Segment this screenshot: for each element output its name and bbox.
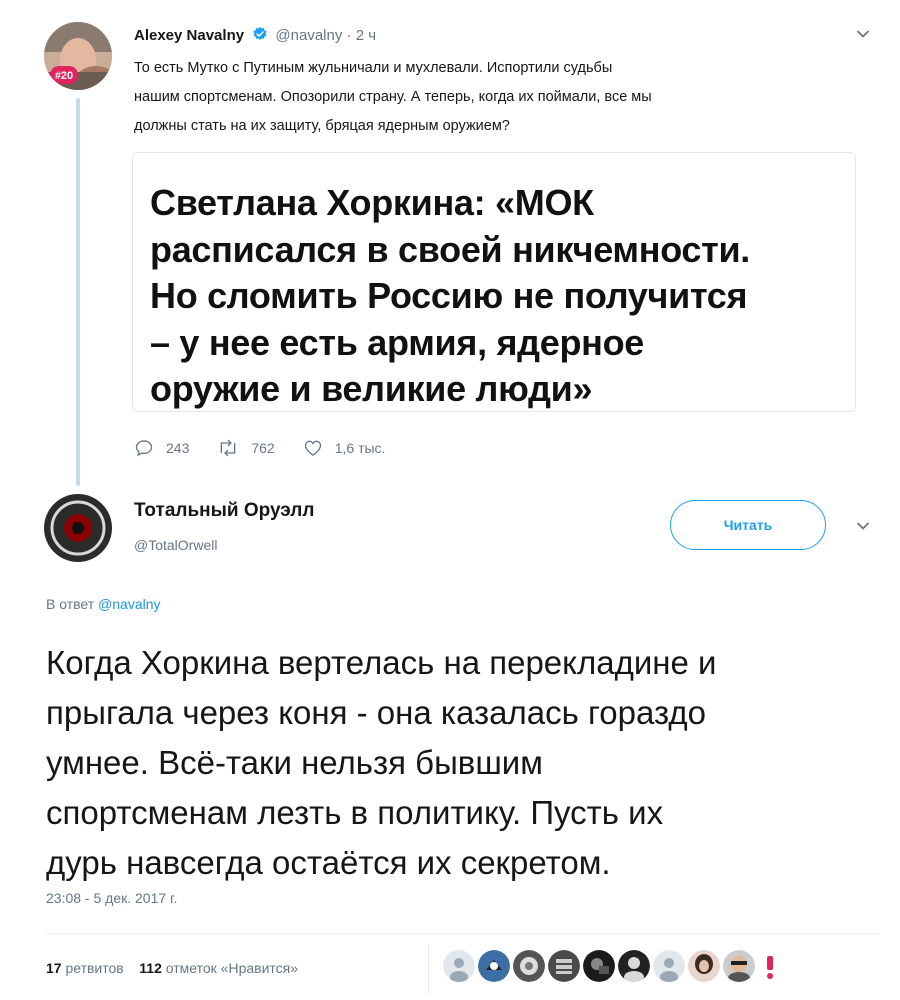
tweet-text-line: прыгала через коня - она казалась горазд… [46, 694, 706, 731]
liker-avatar[interactable] [758, 950, 782, 982]
chevron-down-icon[interactable] [856, 518, 870, 536]
retweet-count: 762 [251, 440, 275, 456]
tweet-stats: 17 ретвитов 112 отметок «Нравится» [46, 960, 298, 976]
tweet-text-line: дурь навсегда остаётся их секретом. [46, 844, 611, 881]
tweet-text-line: То есть Мутко с Путиным жульничали и мух… [134, 60, 613, 76]
reply-icon [135, 440, 153, 457]
reply-mention-link[interactable]: @navalny [98, 596, 160, 612]
stats-divider [428, 944, 429, 994]
follow-button[interactable]: Читать [670, 500, 826, 550]
divider [46, 933, 880, 934]
reply-prefix: В ответ [46, 596, 95, 612]
liker-avatar[interactable] [653, 950, 685, 982]
tweet-text-line: умнее. Всё-таки нельзя бывшим [46, 744, 543, 781]
liker-avatar[interactable] [618, 950, 650, 982]
card-line: расписался в своей никчемности. [150, 228, 751, 270]
verified-badge-icon [252, 26, 268, 46]
heart-icon [304, 440, 321, 456]
liker-avatar[interactable] [478, 950, 510, 982]
retweets-count[interactable]: 17 [46, 960, 62, 976]
chevron-down-icon[interactable] [856, 26, 870, 44]
avatar-photo: #20 [44, 22, 112, 90]
retweet-button[interactable]: 762 [217, 438, 275, 458]
like-count: 1,6 тыс. [334, 440, 386, 456]
separator-dot: · [346, 27, 356, 44]
author-name[interactable]: Alexey Navalny [134, 27, 244, 44]
tweet-header: Alexey Navalny @navalny · 2 ч [134, 26, 376, 46]
author-handle[interactable]: @TotalOrwell [134, 537, 217, 553]
avatar-badge: #20 [55, 70, 73, 82]
tweet-text-line: спортсменам лезть в политику. Пусть их [46, 794, 664, 831]
tweet-text: То есть Мутко с Путиным жульничали и мух… [134, 54, 874, 141]
liker-avatar[interactable] [548, 950, 580, 982]
tweet-timestamp[interactable]: 23:08 - 5 дек. 2017 г. [46, 890, 177, 906]
tweet-text-line: нашим спортсменам. Опозорили страну. А т… [134, 89, 652, 105]
avatar-orwell-icon [44, 494, 112, 562]
likes-label[interactable]: отметок «Нравится» [166, 960, 298, 976]
liker-avatar[interactable] [723, 950, 755, 982]
retweet-icon [221, 439, 236, 457]
reply-button[interactable]: 243 [134, 438, 189, 458]
reply-context: В ответ @navalny [46, 596, 161, 612]
liker-avatar[interactable] [443, 950, 475, 982]
thread-line [76, 98, 80, 486]
author-avatar[interactable]: #20 [44, 22, 112, 90]
tweet-text-line: Когда Хоркина вертелась на перекладине и [46, 644, 717, 681]
tweet-actions: 243 762 1,6 тыс. [134, 436, 413, 460]
liker-avatar[interactable] [513, 950, 545, 982]
liker-avatar[interactable] [688, 950, 720, 982]
tweet-time[interactable]: 2 ч [356, 27, 376, 44]
author-handle[interactable]: @navalny [275, 27, 342, 44]
tweet-text: Когда Хоркина вертелась на перекладине и… [46, 638, 886, 888]
card-line: Но сломить Россию не получится [150, 275, 748, 316]
liker-avatar[interactable] [583, 950, 615, 982]
author-name[interactable]: Тотальный Оруэлл [134, 500, 314, 522]
card-line: – у нее есть армия, ядерное [150, 321, 645, 363]
card-line: Светлана Хоркина: «МОК [150, 182, 594, 223]
likes-count[interactable]: 112 [139, 960, 162, 976]
reply-count: 243 [166, 440, 190, 456]
like-button[interactable]: 1,6 тыс. [303, 438, 386, 458]
liker-avatars [443, 950, 782, 982]
author-avatar[interactable] [44, 494, 112, 562]
tweet-text-line: должны стать на их защиту, бряцая ядерны… [134, 118, 510, 134]
retweets-label[interactable]: ретвитов [65, 960, 123, 976]
card-line: оружие и великие люди» [150, 368, 593, 409]
link-card-headline: Светлана Хоркина: «МОК расписался в свое… [150, 180, 850, 413]
